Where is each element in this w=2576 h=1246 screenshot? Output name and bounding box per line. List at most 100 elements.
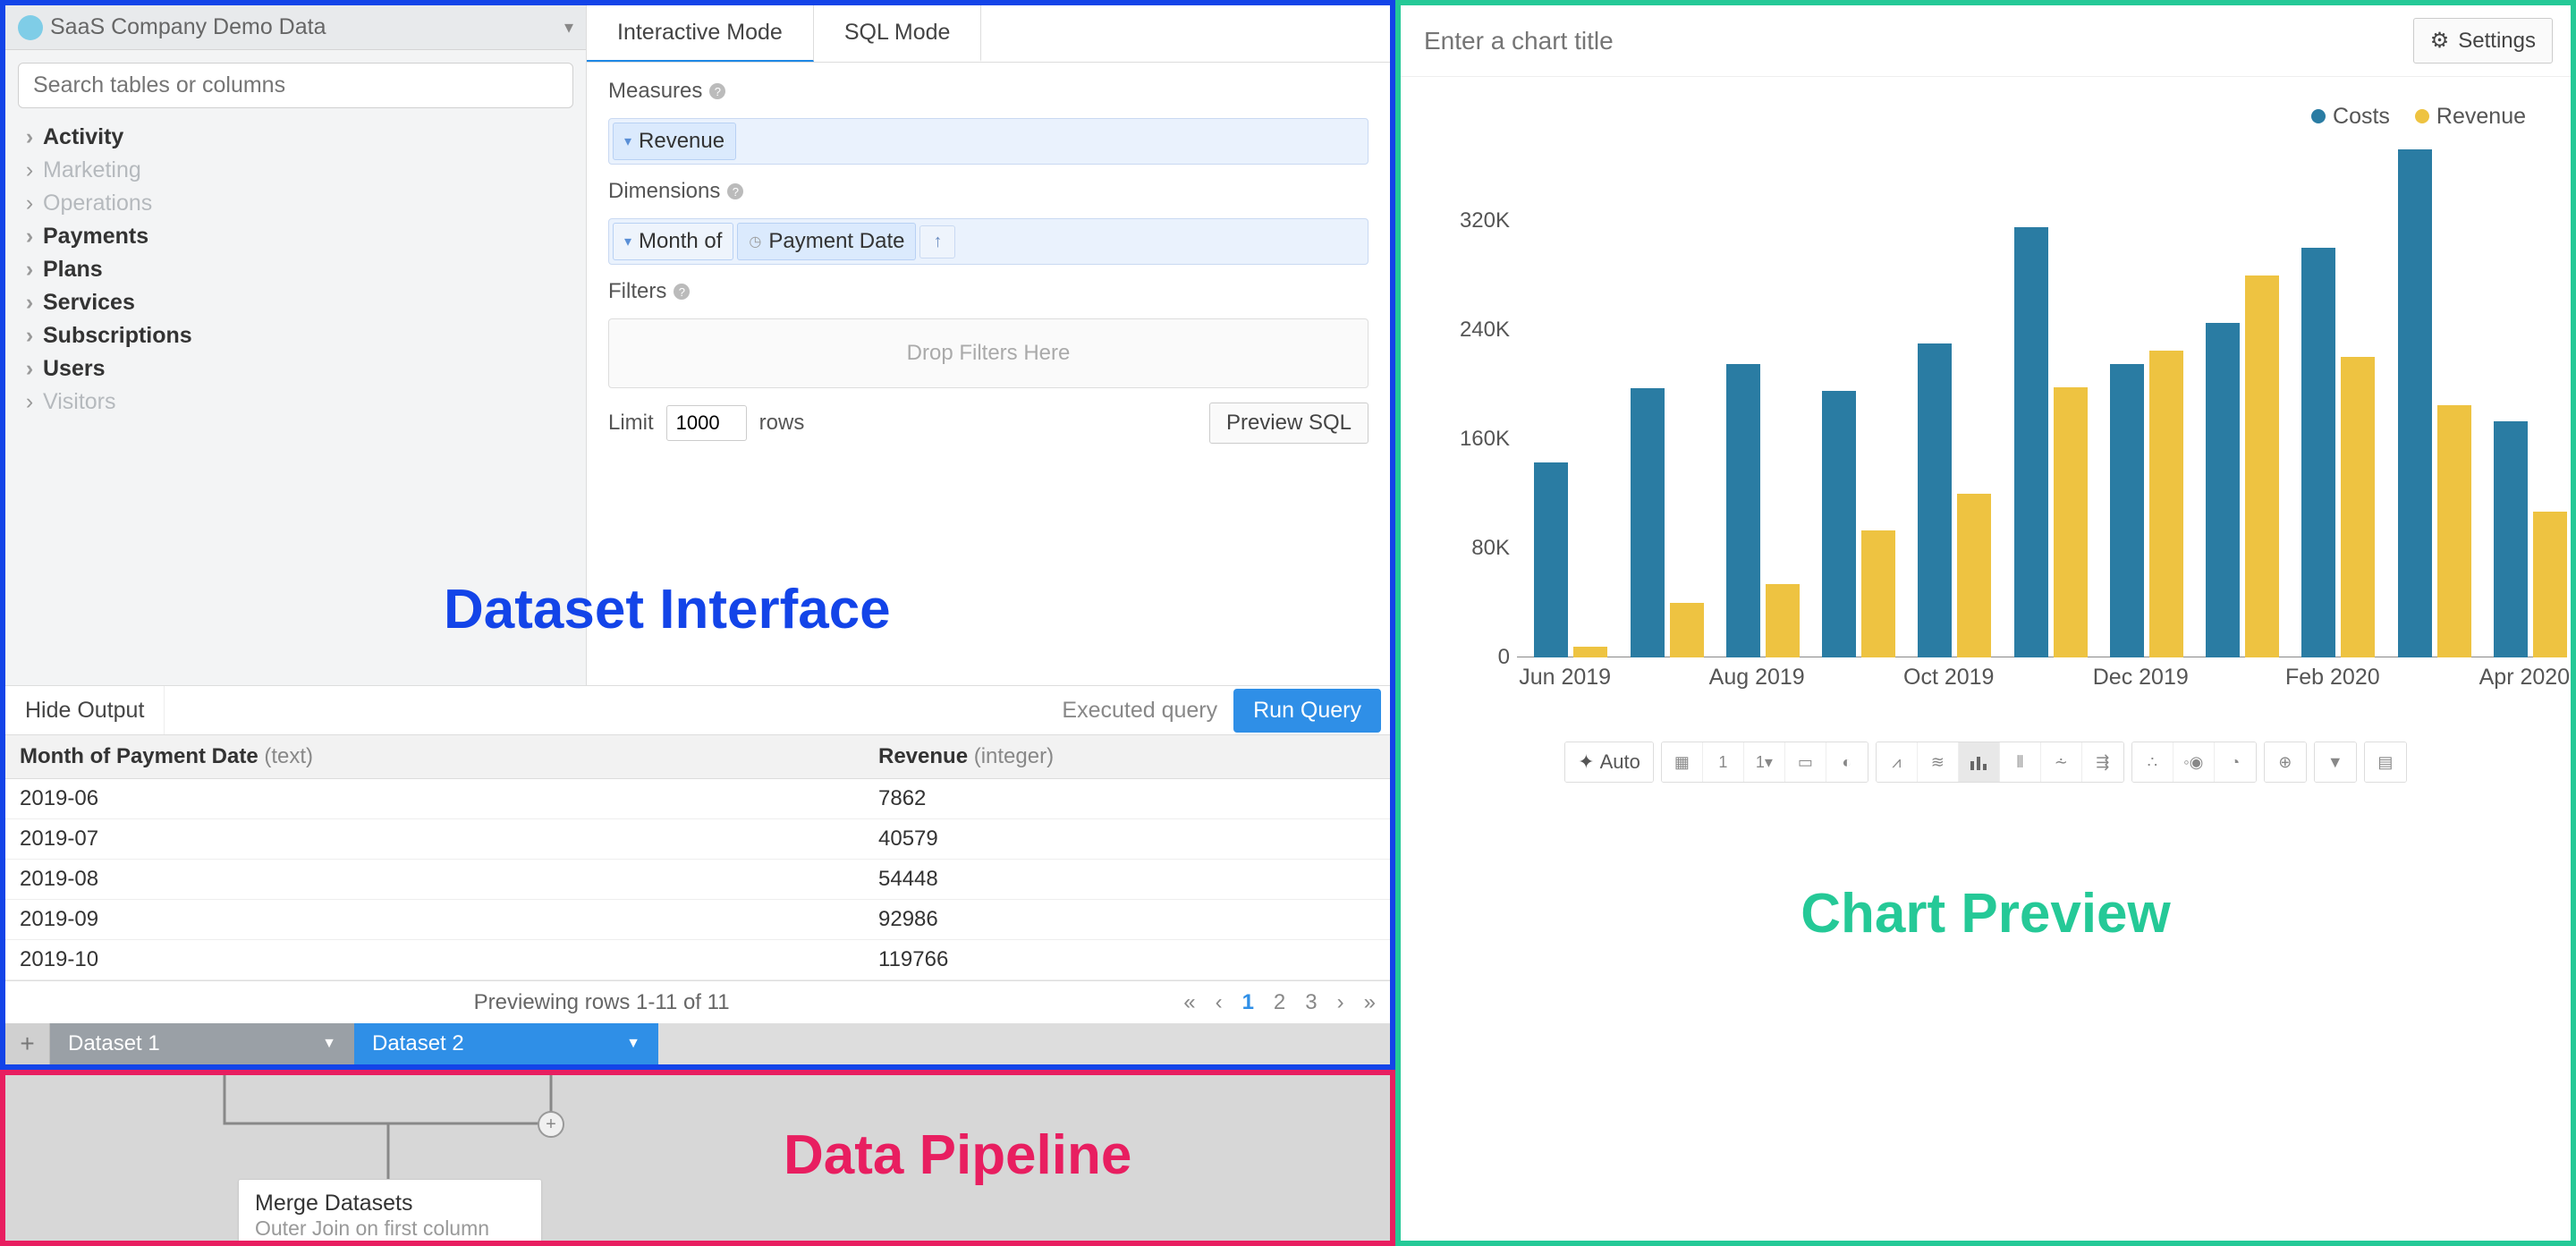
- bar-costs[interactable]: [1726, 364, 1760, 657]
- tab-sql-mode[interactable]: SQL Mode: [814, 5, 982, 62]
- page-1[interactable]: 1: [1242, 990, 1254, 1015]
- line-chart-icon[interactable]: ⩘: [1877, 742, 1918, 782]
- page-last[interactable]: »: [1364, 990, 1376, 1015]
- table-row[interactable]: 2019-067862: [5, 779, 1390, 819]
- page-2[interactable]: 2: [1274, 990, 1285, 1015]
- dimension-pill-payment-date[interactable]: ◷ Payment Date: [737, 223, 916, 260]
- scatter-icon[interactable]: ∴: [2132, 742, 2174, 782]
- bar-costs[interactable]: [1822, 391, 1856, 657]
- pie-icon[interactable]: ◔: [2215, 742, 2256, 782]
- legend-item-revenue[interactable]: Revenue: [2415, 104, 2526, 130]
- datasource-selector[interactable]: SaaS Company Demo Data ▾: [5, 5, 586, 50]
- wand-icon: ✦: [1578, 750, 1594, 774]
- funnel-icon[interactable]: ▭: [1785, 742, 1826, 782]
- rows-label: rows: [759, 411, 805, 436]
- page-first[interactable]: «: [1183, 990, 1195, 1015]
- bar-revenue[interactable]: [1766, 584, 1800, 657]
- preview-count-label: Previewing rows 1-11 of 11: [20, 990, 1183, 1015]
- table-row[interactable]: 2019-0992986: [5, 900, 1390, 940]
- bar-revenue[interactable]: [1957, 494, 1991, 657]
- dimension-pill-month[interactable]: ▾ Month of: [613, 223, 733, 260]
- card-icon[interactable]: ▤: [2365, 742, 2406, 782]
- bar-revenue[interactable]: [1573, 647, 1607, 657]
- bar-revenue[interactable]: [2533, 512, 2567, 657]
- page-next[interactable]: ›: [1337, 990, 1344, 1015]
- dataset-tab-1[interactable]: Dataset 1 ▼: [50, 1023, 354, 1064]
- y-tick: 160K: [1460, 427, 1510, 452]
- dataset-tab-2[interactable]: Dataset 2 ▼: [354, 1023, 658, 1064]
- chevron-down-icon: ▾: [624, 233, 631, 250]
- tab-interactive-mode[interactable]: Interactive Mode: [587, 5, 814, 62]
- bar-revenue[interactable]: [2245, 275, 2279, 657]
- bar-revenue[interactable]: [2437, 405, 2471, 657]
- combo-chart-icon[interactable]: ⩪: [2041, 742, 2082, 782]
- bar-revenue[interactable]: [2149, 351, 2183, 657]
- overlay-label-chart: Chart Preview: [1801, 882, 2171, 945]
- pipeline-node-merge[interactable]: Merge Datasets Outer Join on first colum…: [238, 1179, 542, 1246]
- settings-button[interactable]: ⚙ Settings: [2413, 18, 2553, 64]
- dimensions-well[interactable]: ▾ Month of ◷ Payment Date ↑: [608, 218, 1368, 265]
- bar-group: [2014, 227, 2088, 657]
- bar-costs[interactable]: [2494, 421, 2528, 657]
- table-row[interactable]: 2019-0854448: [5, 860, 1390, 900]
- tree-item-visitors[interactable]: ›Visitors: [23, 386, 579, 419]
- tree-item-services[interactable]: ›Services: [23, 286, 579, 319]
- bubble-icon[interactable]: ◦◉: [2174, 742, 2215, 782]
- table-row[interactable]: 2019-0740579: [5, 819, 1390, 860]
- help-icon[interactable]: ?: [709, 83, 725, 99]
- counter-icon[interactable]: 1▾: [1744, 742, 1785, 782]
- page-prev[interactable]: ‹: [1216, 990, 1223, 1015]
- bar-chart-icon[interactable]: [1959, 742, 2000, 782]
- stacked-bar-icon[interactable]: ⫴: [2000, 742, 2041, 782]
- pager: « ‹ 1 2 3 › »: [1183, 990, 1376, 1015]
- bar-costs[interactable]: [2014, 227, 2048, 657]
- bar-costs[interactable]: [2110, 364, 2144, 657]
- bar-group: [2494, 421, 2567, 657]
- bar-costs[interactable]: [2206, 323, 2240, 657]
- run-query-button[interactable]: Run Query: [1233, 689, 1381, 733]
- bar-costs[interactable]: [1534, 462, 1568, 657]
- sidebar: SaaS Company Demo Data ▾ ›Activity›Marke…: [5, 5, 587, 685]
- hide-output-button[interactable]: Hide Output: [5, 686, 165, 734]
- bar-revenue[interactable]: [1861, 530, 1895, 657]
- tree-item-plans[interactable]: ›Plans: [23, 253, 579, 286]
- add-dataset-button[interactable]: +: [5, 1023, 50, 1064]
- search-input[interactable]: [18, 63, 573, 108]
- gauge-icon[interactable]: ◐: [1826, 742, 1868, 782]
- multi-line-icon[interactable]: ≋: [1918, 742, 1959, 782]
- globe-icon[interactable]: ⊕: [2265, 742, 2306, 782]
- bar-revenue[interactable]: [2341, 357, 2375, 657]
- node-title: Merge Datasets: [255, 1191, 525, 1216]
- add-node-button[interactable]: +: [538, 1111, 564, 1138]
- tree-item-payments[interactable]: ›Payments: [23, 220, 579, 253]
- bar-costs[interactable]: [1918, 343, 1952, 657]
- preview-sql-button[interactable]: Preview SQL: [1209, 403, 1368, 444]
- help-icon[interactable]: ?: [727, 183, 743, 199]
- sankey-icon[interactable]: ⇶: [2082, 742, 2123, 782]
- tree-item-operations[interactable]: ›Operations: [23, 187, 579, 220]
- bar-revenue[interactable]: [2054, 387, 2088, 657]
- tree-item-subscriptions[interactable]: ›Subscriptions: [23, 319, 579, 352]
- tree-item-users[interactable]: ›Users: [23, 352, 579, 386]
- limit-input[interactable]: [666, 405, 747, 441]
- bar-costs[interactable]: [1631, 388, 1665, 657]
- table-row[interactable]: 2019-10119766: [5, 940, 1390, 980]
- auto-chart-button[interactable]: ✦Auto: [1565, 742, 1653, 782]
- filter-icon[interactable]: ▼: [2315, 742, 2356, 782]
- bar-group: [2206, 275, 2279, 657]
- bar-costs[interactable]: [2301, 248, 2335, 657]
- help-icon[interactable]: ?: [674, 284, 690, 300]
- filters-well[interactable]: Drop Filters Here: [608, 318, 1368, 388]
- tree-item-activity[interactable]: ›Activity: [23, 121, 579, 154]
- bar-costs[interactable]: [2398, 149, 2432, 657]
- single-value-icon[interactable]: 1: [1703, 742, 1744, 782]
- measure-pill-revenue[interactable]: ▾ Revenue: [613, 123, 736, 160]
- tree-item-marketing[interactable]: ›Marketing: [23, 154, 579, 187]
- legend-item-costs[interactable]: Costs: [2311, 104, 2390, 130]
- sort-direction[interactable]: ↑: [919, 225, 955, 259]
- chart-title-input[interactable]: [1419, 23, 2399, 59]
- table-icon[interactable]: ▦: [1662, 742, 1703, 782]
- page-3[interactable]: 3: [1305, 990, 1317, 1015]
- bar-revenue[interactable]: [1670, 603, 1704, 657]
- measures-well[interactable]: ▾ Revenue: [608, 118, 1368, 165]
